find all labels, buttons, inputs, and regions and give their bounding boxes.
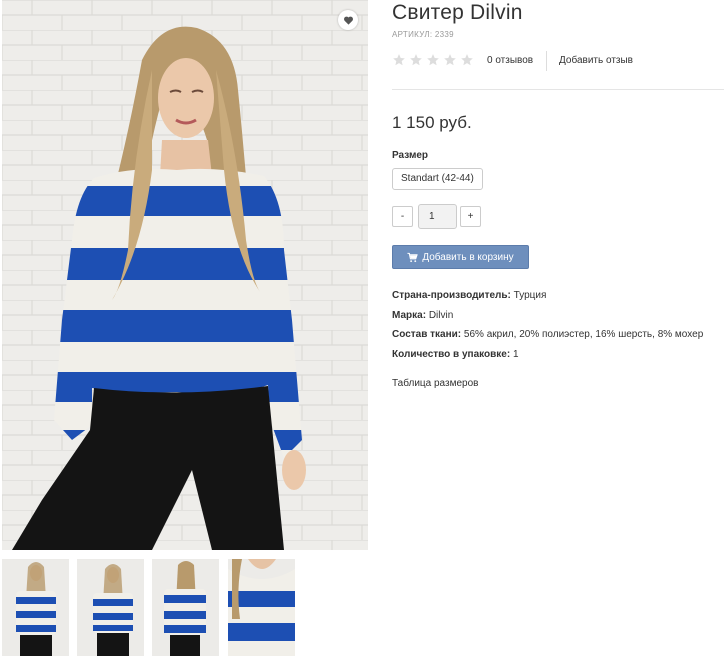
product-main-image[interactable] xyxy=(2,0,368,550)
thumbnail-front-view[interactable] xyxy=(2,559,69,656)
reviews-count-link[interactable]: 0 отзывов xyxy=(487,55,533,66)
product-title: Свитер Dilvin xyxy=(392,1,523,24)
quantity-increase-button[interactable]: + xyxy=(460,206,481,227)
property-fabric: Состав ткани: 56% акрил, 20% полиэстер, … xyxy=(392,329,703,349)
property-label: Марка: xyxy=(392,309,427,321)
heart-icon xyxy=(343,16,353,25)
property-label: Состав ткани: xyxy=(392,329,462,341)
thumbnail-front-view-2[interactable] xyxy=(77,559,144,656)
star-icon[interactable] xyxy=(443,53,457,67)
model-photo xyxy=(2,0,368,550)
thumbnail-back-view[interactable] xyxy=(152,559,219,656)
thumbnail-detail-closeup[interactable] xyxy=(228,559,295,656)
rating-stars[interactable] xyxy=(392,53,474,67)
property-label: Страна-производитель: xyxy=(392,290,511,301)
star-icon[interactable] xyxy=(426,53,440,67)
add-to-cart-button[interactable]: Добавить в корзину xyxy=(392,245,529,269)
header-divider xyxy=(392,89,724,90)
property-country: Страна-производитель: Турция xyxy=(392,290,703,310)
product-price: 1 150 руб. xyxy=(392,113,472,132)
star-icon[interactable] xyxy=(392,53,406,67)
size-label: Размер xyxy=(392,150,429,161)
add-review-link[interactable]: Добавить отзыв xyxy=(559,55,633,66)
star-icon[interactable] xyxy=(409,53,423,67)
wishlist-button[interactable] xyxy=(338,10,358,30)
reviews-separator xyxy=(546,51,547,71)
star-icon[interactable] xyxy=(460,53,474,67)
property-label: Количество в упаковке: xyxy=(392,349,511,361)
property-value: Dilvin xyxy=(428,309,454,321)
cart-icon xyxy=(407,252,418,262)
property-package-qty: Количество в упаковке: 1 xyxy=(392,349,703,369)
property-brand: Марка: Dilvin xyxy=(392,310,703,330)
size-option-button[interactable]: Standart (42-44) xyxy=(392,168,483,190)
property-value: Турция xyxy=(513,290,547,301)
size-table-link[interactable]: Таблица размеров xyxy=(392,378,478,389)
product-properties: Страна-производитель: Турция Марка: Dilv… xyxy=(392,290,703,369)
property-value: 56% акрил, 20% полиэстер, 16% шерсть, 8%… xyxy=(463,329,704,341)
product-sku: АРТИКУЛ: 2339 xyxy=(392,30,454,39)
quantity-input[interactable] xyxy=(418,204,457,229)
quantity-decrease-button[interactable]: - xyxy=(392,206,413,227)
add-to-cart-label: Добавить в корзину xyxy=(422,251,514,263)
property-value: 1 xyxy=(512,349,519,361)
